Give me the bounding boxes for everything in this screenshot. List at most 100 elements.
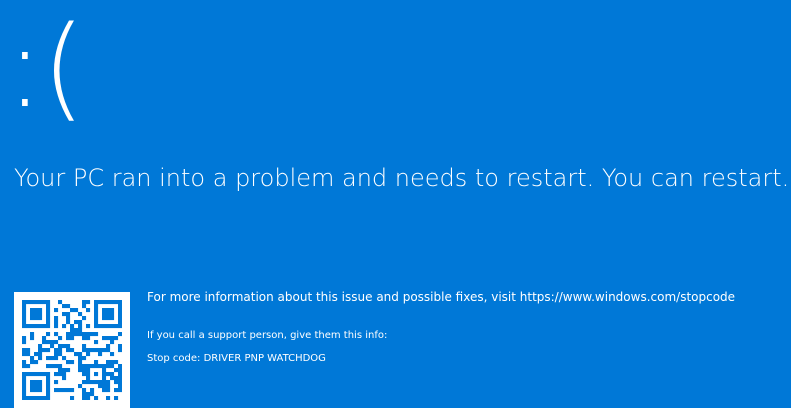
qr-module: [34, 308, 39, 313]
qr-module: [118, 324, 122, 329]
qr-module: [38, 348, 43, 353]
qr-module: [82, 380, 87, 385]
qr-module: [70, 332, 75, 337]
qr-module: [54, 340, 59, 345]
qr-module: [102, 316, 107, 321]
qr-module: [94, 300, 99, 305]
qr-module: [46, 392, 51, 397]
qr-module: [58, 388, 63, 393]
support-note-text: If you call a support person, give them …: [147, 330, 388, 341]
qr-module: [22, 304, 27, 309]
info-block: For more information about this issue an…: [147, 288, 787, 366]
qr-module: [42, 348, 47, 353]
qr-module: [38, 396, 43, 400]
qr-module: [98, 364, 103, 369]
qr-module: [22, 320, 27, 325]
qr-module: [86, 372, 91, 377]
qr-module: [34, 380, 39, 385]
qr-module: [30, 332, 35, 337]
qr-module: [110, 324, 115, 329]
qr-module: [34, 312, 39, 317]
qr-module: [42, 336, 47, 341]
qr-module: [102, 300, 107, 305]
qr-module: [118, 368, 122, 373]
qr-module: [42, 340, 47, 345]
qr-module: [22, 392, 27, 397]
qr-module: [94, 372, 99, 377]
qr-module: [46, 380, 51, 385]
qr-module: [90, 388, 95, 393]
qr-module: [86, 380, 91, 385]
qr-module: [102, 336, 107, 341]
qr-module: [22, 336, 27, 341]
qr-module: [86, 392, 91, 397]
qr-module: [54, 388, 59, 393]
qr-module: [62, 372, 67, 377]
qr-module: [22, 300, 27, 305]
qr-module: [54, 320, 59, 325]
qr-module: [42, 324, 47, 329]
qr-module: [94, 316, 99, 321]
qr-module: [30, 380, 35, 385]
qr-module: [34, 316, 39, 321]
qr-module: [114, 380, 119, 385]
qr-module: [78, 368, 83, 373]
qr-module: [26, 300, 31, 305]
qr-module: [46, 364, 51, 369]
qr-module: [118, 384, 122, 389]
qr-module: [114, 376, 119, 381]
qr-module: [82, 316, 87, 321]
qr-module: [94, 396, 99, 400]
qr-module: [66, 312, 71, 317]
qr-module: [62, 312, 67, 317]
qr-module: [118, 380, 122, 385]
qr-module: [66, 344, 71, 349]
qr-module: [106, 384, 111, 389]
qr-module: [118, 304, 122, 309]
qr-module: [22, 324, 27, 329]
qr-module: [102, 364, 107, 369]
qr-module: [110, 316, 115, 321]
qr-module: [74, 328, 79, 333]
qr-module: [74, 320, 79, 325]
qr-module: [66, 320, 71, 325]
qr-module: [110, 336, 115, 341]
qr-module: [82, 388, 87, 393]
qr-module: [58, 344, 63, 349]
qr-module: [54, 372, 59, 377]
qr-module: [70, 324, 75, 329]
qr-module: [34, 324, 39, 329]
qr-module: [94, 340, 99, 345]
qr-module: [38, 388, 43, 393]
qr-module: [78, 360, 83, 365]
qr-module: [46, 356, 51, 361]
qr-module: [50, 344, 55, 349]
qr-module: [82, 368, 87, 373]
qr-module: [102, 388, 107, 393]
qr-module: [78, 328, 83, 333]
qr-module: [70, 348, 75, 353]
qr-module: [98, 300, 103, 305]
qr-module: [22, 348, 27, 353]
qr-module: [58, 352, 63, 357]
qr-module: [50, 340, 55, 345]
qr-module: [58, 348, 63, 353]
qr-module: [118, 348, 122, 353]
qr-module: [30, 300, 35, 305]
qr-module: [106, 308, 111, 313]
qr-module: [94, 312, 99, 317]
qr-module: [70, 360, 75, 365]
qr-module: [106, 364, 111, 369]
qr-module: [106, 316, 111, 321]
qr-module: [94, 380, 99, 385]
qr-module: [54, 364, 59, 369]
qr-module: [34, 372, 39, 377]
qr-module: [118, 388, 122, 393]
qr-module: [102, 324, 107, 329]
qr-module: [54, 380, 59, 385]
qr-module: [78, 320, 83, 325]
qr-module: [118, 312, 122, 317]
qr-module: [38, 344, 43, 349]
qr-module: [30, 316, 35, 321]
qr-module: [42, 372, 47, 377]
